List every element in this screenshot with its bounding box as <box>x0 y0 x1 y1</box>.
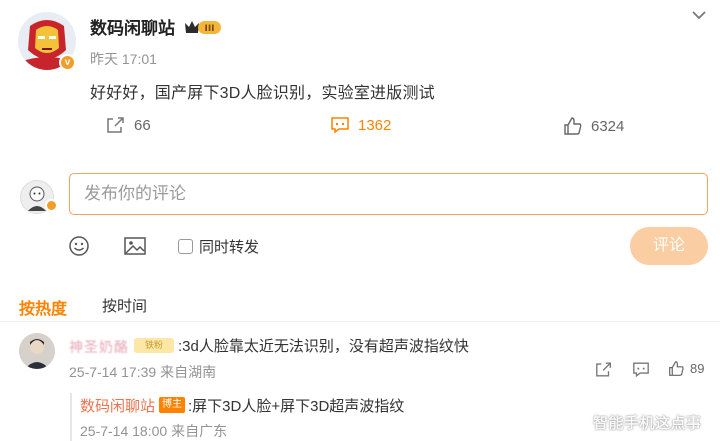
user-verified-icon <box>45 199 58 212</box>
reply-meta: 25-7-14 18:00 来自广东 <box>80 423 228 439</box>
post-author-name[interactable]: 数码闲聊站 <box>90 14 175 39</box>
reply-text: :屏下3D人脸+屏下3D超声波指纹 <box>188 398 405 415</box>
image-icon[interactable] <box>123 235 147 257</box>
comment-reply-icon[interactable] <box>632 361 650 378</box>
divider <box>0 321 720 322</box>
reply-indent-bar <box>70 393 72 441</box>
comment-text: :3d人脸靠太近无法识别，没有超声波指纹快 <box>178 338 469 355</box>
commenter-avatar-image <box>19 333 55 369</box>
comment-input[interactable] <box>69 173 708 215</box>
thumbs-up-icon <box>564 117 582 135</box>
post-body-text: 好好好，国产屏下3D人脸识别，实验室进版测试 <box>90 85 435 102</box>
verified-badge-icon: v <box>59 54 76 71</box>
comment-icon <box>331 117 349 134</box>
author-avatar[interactable]: v <box>18 12 76 71</box>
like-count: 6324 <box>591 117 625 135</box>
comment-count: 1362 <box>358 116 392 134</box>
crown-level-icon: III <box>185 21 221 34</box>
forward-button[interactable]: 66 <box>106 116 151 134</box>
repost-checkbox[interactable] <box>178 239 193 254</box>
share-icon <box>107 117 124 133</box>
watermark-text: 智能手机这点事 <box>593 415 702 432</box>
level-text: III <box>204 24 214 34</box>
post-timestamp[interactable]: 昨天 17:01 <box>90 49 157 69</box>
author-badge: 博主 <box>159 397 185 413</box>
commenter-username[interactable]: 神圣奶酪 <box>69 337 129 357</box>
comment-meta: 25-7-14 17:39 来自湖南 <box>69 364 217 380</box>
sort-by-hot-tab[interactable]: 按热度 <box>19 295 67 319</box>
submit-comment-button[interactable]: 评论 <box>630 227 708 265</box>
commenter-avatar[interactable] <box>19 333 55 369</box>
comment-like-button[interactable]: 89 <box>668 360 704 377</box>
repost-label: 同时转发 <box>199 239 260 256</box>
like-button[interactable]: 6324 <box>563 116 624 136</box>
fan-badge: 铁粉 <box>134 338 174 353</box>
emoji-icon[interactable] <box>68 235 90 257</box>
repost-toggle[interactable]: 同时转发 <box>178 236 259 257</box>
sort-by-time-tab[interactable]: 按时间 <box>102 295 147 316</box>
reply-author-name[interactable]: 数码闲聊站 <box>80 395 155 416</box>
comment-button[interactable]: 1362 <box>330 116 391 134</box>
comment-share-icon[interactable] <box>595 361 613 378</box>
forward-count: 66 <box>134 116 151 134</box>
thumbs-up-icon <box>669 361 684 376</box>
comment-like-count: 89 <box>690 361 705 376</box>
chevron-down-icon[interactable] <box>690 8 708 22</box>
